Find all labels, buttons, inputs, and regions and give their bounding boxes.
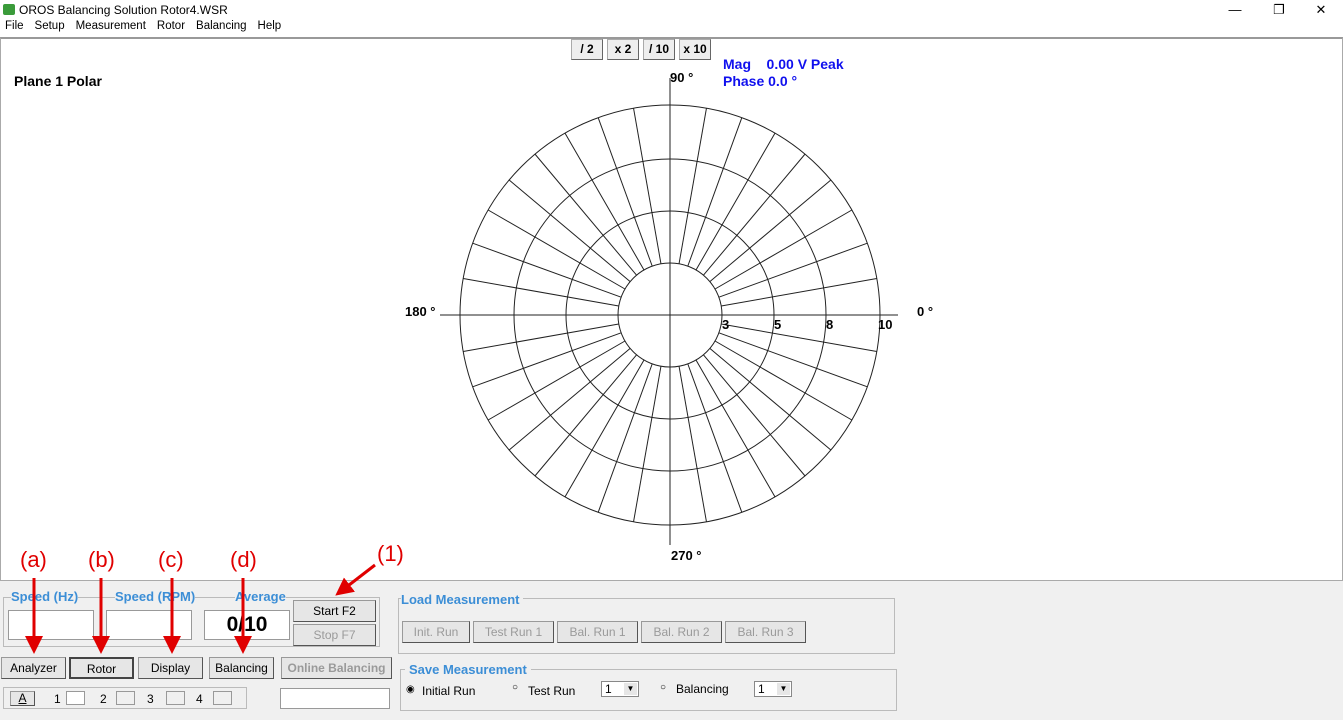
annotation-arrows: [25, 563, 376, 654]
annotation-1: (1): [377, 541, 404, 566]
annotation-b: (b): [88, 547, 115, 572]
annotation-a: (a): [20, 547, 47, 572]
arrow-1: [335, 563, 376, 596]
annotation-c: (c): [158, 547, 184, 572]
annotation-d: (d): [230, 547, 257, 572]
